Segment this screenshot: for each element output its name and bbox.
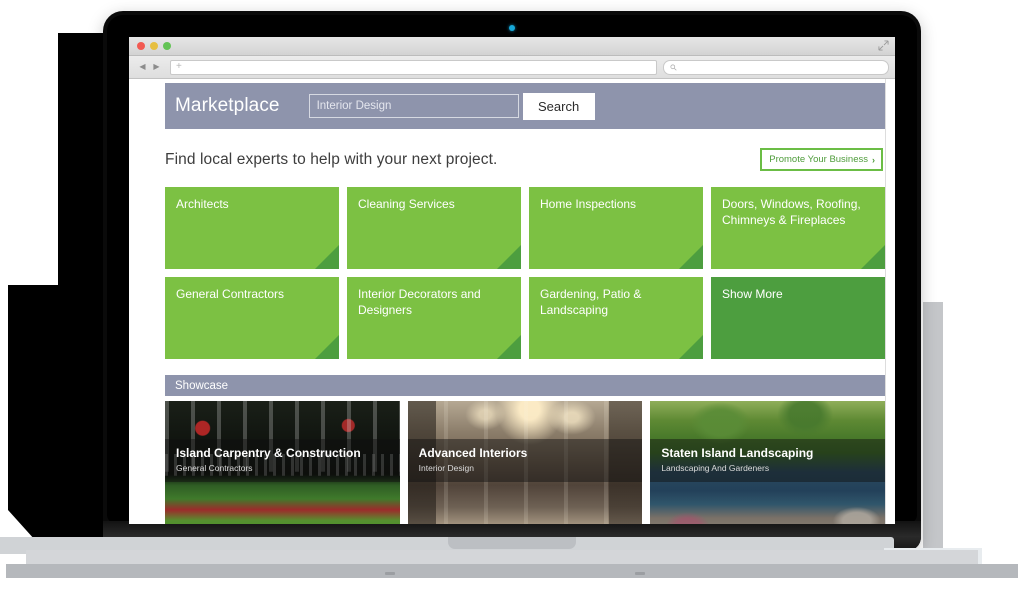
category-tile-cleaning-services[interactable]: Cleaning Services [347,187,521,269]
chevron-right-icon: › [872,154,875,165]
showcase-caption: Staten Island Landscaping Landscaping An… [650,439,885,482]
corner-fold-icon [315,245,339,269]
corner-fold-icon [861,245,885,269]
tagline-text: Find local experts to help with your nex… [165,150,498,168]
category-tile-architects[interactable]: Architects [165,187,339,269]
showcase-caption: Island Carpentry & Construction General … [165,439,400,482]
category-tile-show-more[interactable]: Show More [711,277,885,359]
floor-marker-right [635,572,645,575]
category-tile-general-contractors[interactable]: General Contractors [165,277,339,359]
window-controls[interactable] [137,42,171,50]
category-tile-grid: Architects Cleaning Services Home Inspec… [165,187,885,359]
category-tile-label: Interior Decorators and Designers [358,287,481,318]
forward-arrow-icon[interactable]: ▶ [151,63,162,71]
showcase-business-name: Island Carpentry & Construction [176,446,361,460]
showcase-section-header: Showcase [165,375,885,396]
search-icon [670,63,677,71]
tagline-row: Find local experts to help with your nex… [165,148,885,171]
page-viewport: Marketplace Search Find local experts to… [129,79,895,524]
page-content: Marketplace Search Find local experts to… [129,83,895,524]
category-tile-label: Gardening, Patio & Landscaping [540,287,642,318]
vertical-scrollbar[interactable] [885,79,895,524]
showcase-card-island-carpentry[interactable]: Island Carpentry & Construction General … [165,401,400,524]
browser-search-bar[interactable] [663,59,889,75]
corner-fold-icon [679,245,703,269]
browser-titlebar [129,37,895,56]
floor-marker-left [385,572,395,575]
showcase-card-advanced-interiors[interactable]: Advanced Interiors Interior Design [407,401,643,524]
category-tile-label: Architects [176,197,229,211]
showcase-grid: Island Carpentry & Construction General … [165,401,885,524]
add-bookmark-icon[interactable]: + [176,62,182,72]
category-tile-interior-decorators[interactable]: Interior Decorators and Designers [347,277,521,359]
showcase-business-name: Advanced Interiors [418,446,528,460]
back-arrow-icon[interactable]: ◀ [137,63,148,71]
category-tile-label: Show More [722,287,783,301]
corner-fold-icon [497,335,521,359]
marketplace-search-group: Search [308,92,595,120]
category-tile-home-inspections[interactable]: Home Inspections [529,187,703,269]
background-floor-light [26,550,978,564]
search-input[interactable] [308,94,519,118]
search-button[interactable]: Search [522,92,595,120]
category-tile-doors-windows-roofing[interactable]: Doors, Windows, Roofing, Chimneys & Fire… [711,187,885,269]
corner-fold-icon [679,335,703,359]
laptop-base-notch [448,537,576,549]
navigation-buttons[interactable]: ◀ ▶ [135,63,164,71]
browser-toolbar: ◀ ▶ + [129,56,895,79]
category-tile-label: Cleaning Services [358,197,455,211]
background-floor-dark [6,564,1018,578]
showcase-card-staten-island-landscaping[interactable]: Staten Island Landscaping Landscaping An… [650,401,885,524]
category-tile-label: Doors, Windows, Roofing, Chimneys & Fire… [722,197,861,228]
corner-fold-icon [497,245,521,269]
showcase-business-category: Landscaping And Gardeners [661,463,770,473]
resize-grip-icon[interactable] [878,40,889,51]
showcase-business-category: Interior Design [418,463,474,473]
browser-window: ◀ ▶ + Marketplace Interior Design Search… [129,37,895,524]
showcase-caption: Advanced Interiors Interior Design [407,439,643,482]
background-panel-gray-right [923,302,943,550]
showcase-business-name: Staten Island Landscaping [661,446,814,460]
category-tile-label: General Contractors [176,287,285,301]
maximize-window-icon[interactable] [163,42,171,50]
showcase-business-category: General Contractors [176,463,253,473]
page-title: Marketplace [175,95,280,116]
promote-button-label: Promote Your Business [769,154,868,165]
address-bar[interactable]: + [170,59,657,75]
corner-fold-icon [315,335,339,359]
webcam-icon [509,25,515,31]
close-window-icon[interactable] [137,42,145,50]
promote-your-business-button[interactable]: Promote Your Business › [760,148,883,171]
category-tile-gardening-patio-landscaping[interactable]: Gardening, Patio & Landscaping [529,277,703,359]
showcase-title: Showcase [175,379,229,392]
marketplace-header: Marketplace Search [165,83,885,129]
category-tile-label: Home Inspections [540,197,637,211]
scene: ◀ ▶ + Marketplace Interior Design Search… [0,0,1024,596]
minimize-window-icon[interactable] [150,42,158,50]
